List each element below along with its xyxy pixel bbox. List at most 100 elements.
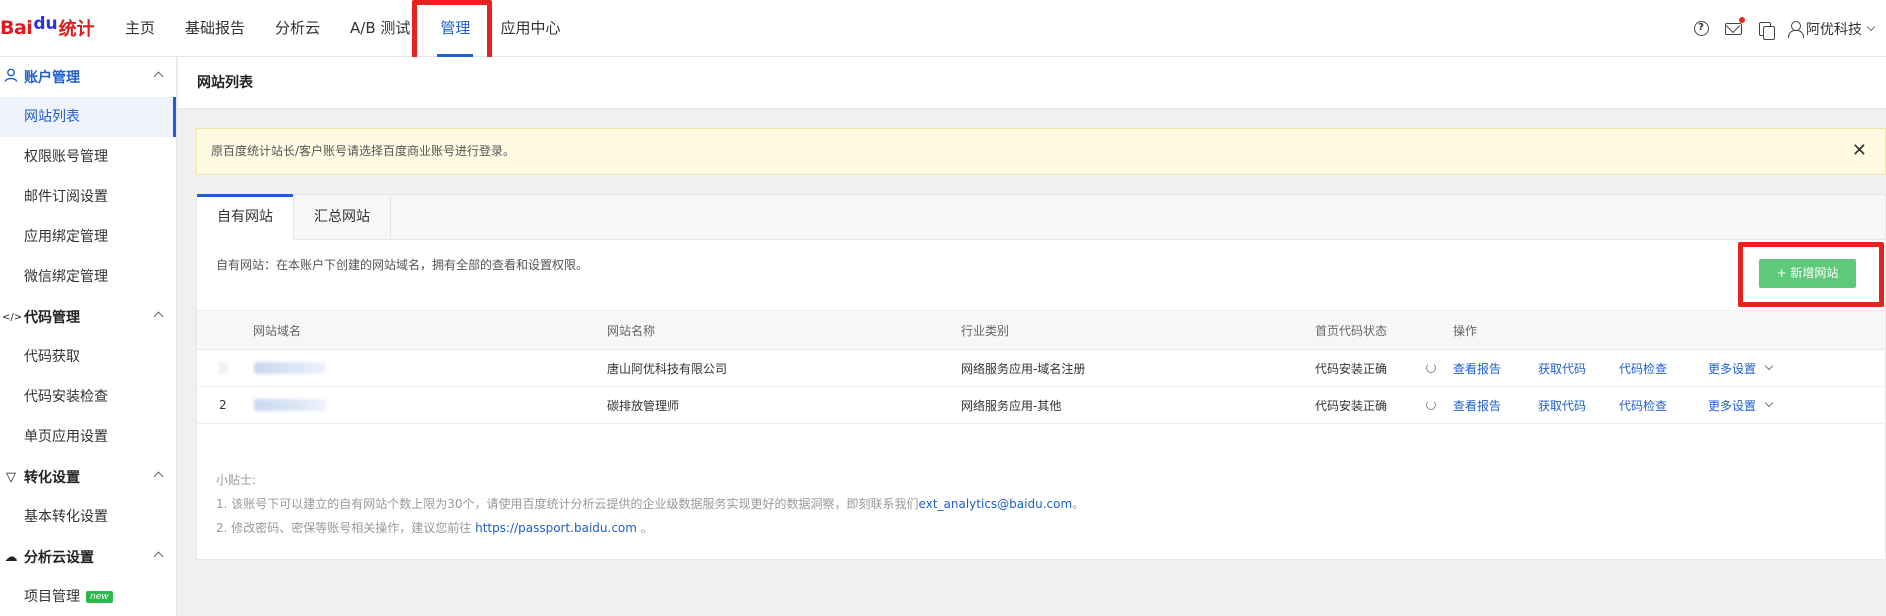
new-badge: new <box>86 591 113 603</box>
sidebar-item-code-check[interactable]: 代码安装检查 <box>0 377 176 417</box>
filter-icon: ▽ <box>6 469 16 485</box>
unread-dot <box>1739 16 1745 23</box>
sidebar-group-label: 代码管理 <box>24 310 80 326</box>
view-report-link[interactable]: 查看报告 <box>1453 387 1501 423</box>
table-header: 网站域名 网站名称 行业类别 首页代码状态 操作 <box>197 310 1885 350</box>
code-status: 代码安装正确 <box>1315 361 1388 376</box>
user-menu[interactable]: 阿优科技 <box>1788 19 1876 39</box>
tab-description: 自有网站：在本账户下创建的网站域名，拥有全部的查看和设置权限。 <box>216 258 589 272</box>
logo-text-bai: Bai <box>0 17 33 39</box>
sidebar-group-cloud[interactable]: ☁ 分析云设置 <box>0 537 176 577</box>
nav-analytics-cloud[interactable]: 分析云 <box>260 0 335 57</box>
row-index <box>219 350 326 386</box>
sidebar: 账户管理 网站列表 权限账号管理 邮件订阅设置 应用绑定管理 微信绑定管理 </… <box>0 57 177 616</box>
user-icon <box>1788 21 1804 38</box>
site-panel: 自有网站 汇总网站 自有网站：在本账户下创建的网站域名，拥有全部的查看和设置权限… <box>196 194 1886 560</box>
view-report-link[interactable]: 查看报告 <box>1453 350 1501 386</box>
refresh-icon[interactable] <box>1426 387 1436 423</box>
main-content: 网站列表 原百度统计站长/客户账号请选择百度商业账号进行登录。 ✕ 自有网站 汇… <box>178 57 1886 616</box>
main-nav: 主页 基础报告 分析云 A/B 测试 管理 应用中心 <box>110 0 575 57</box>
tips-line-2: 2. 修改密码、密保等账号相关操作，建议您前往 https://passport… <box>216 521 653 535</box>
top-navbar: Bai du 统计 主页 基础报告 分析云 A/B 测试 管理 应用中心 ? 阿优科… <box>0 0 1886 57</box>
site-table: 网站域名 网站名称 行业类别 首页代码状态 操作 唐山阿优科技有限公司 网络服务… <box>197 310 1885 424</box>
tips-line-1: 1. 该账号下可以建立的自有网站个数上限为30个，请使用百度统计分析云提供的企业… <box>216 497 1085 511</box>
help-icon[interactable]: ? <box>1692 20 1710 38</box>
row-index: 2 <box>219 387 326 423</box>
page-title: 网站列表 <box>178 57 1886 109</box>
sidebar-item-basic-conversion[interactable]: 基本转化设置 <box>0 497 176 537</box>
site-name: 碳排放管理师 <box>607 398 680 413</box>
code-icon: </> <box>2 311 23 323</box>
user-name: 阿优科技 <box>1806 21 1862 38</box>
help-glyph: ? <box>1693 21 1709 36</box>
col-code-status: 首页代码状态 <box>1315 323 1388 338</box>
more-settings-link[interactable]: 更多设置 <box>1708 350 1774 386</box>
user-icon <box>2 68 20 86</box>
code-status: 代码安装正确 <box>1315 398 1388 413</box>
sidebar-item-site-list[interactable]: 网站列表 <box>0 97 176 137</box>
more-settings-label: 更多设置 <box>1708 398 1757 413</box>
contact-email-link[interactable]: ext_analytics@baidu.com <box>919 497 1073 511</box>
nav-app-center[interactable]: 应用中心 <box>485 0 575 57</box>
passport-link[interactable]: https://passport.baidu.com <box>475 521 637 535</box>
chevron-down-icon <box>1764 361 1774 371</box>
chevron-up-icon <box>153 551 164 562</box>
table-row: 唐山阿优科技有限公司 网络服务应用-域名注册 代码安装正确 查看报告 获取代码 … <box>197 350 1885 387</box>
sidebar-item-project-manage[interactable]: 项目管理 new <box>0 577 176 616</box>
nav-basic-report[interactable]: 基础报告 <box>170 0 260 57</box>
col-domain: 网站域名 <box>253 323 302 338</box>
chevron-down-icon <box>1764 398 1774 408</box>
notice-text: 原百度统计站长/客户账号请选择百度商业账号进行登录。 <box>211 144 516 158</box>
tips: 小贴士: 1. 该账号下可以建立的自有网站个数上限为30个，请使用百度统计分析云… <box>216 468 1084 540</box>
chevron-down-icon <box>1866 22 1876 31</box>
industry: 网络服务应用-域名注册 <box>961 361 1086 376</box>
sidebar-item-mail-subscribe[interactable]: 邮件订阅设置 <box>0 177 176 217</box>
nav-ab-test[interactable]: A/B 测试 <box>335 0 425 57</box>
sidebar-item-permission[interactable]: 权限账号管理 <box>0 137 176 177</box>
login-notice: 原百度统计站长/客户账号请选择百度商业账号进行登录。 ✕ <box>196 128 1886 175</box>
cloud-icon: ☁ <box>4 549 18 565</box>
logo-paw: du <box>33 14 58 34</box>
sidebar-group-label: 转化设置 <box>24 470 80 486</box>
sidebar-group-label: 账户管理 <box>24 70 80 86</box>
tab-summary-sites[interactable]: 汇总网站 <box>294 195 391 240</box>
close-icon[interactable]: ✕ <box>1852 129 1867 173</box>
more-settings-label: 更多设置 <box>1708 361 1757 376</box>
site-name: 唐山阿优科技有限公司 <box>607 361 728 376</box>
sidebar-item-label: 项目管理 <box>24 589 80 605</box>
chevron-up-icon <box>153 71 164 82</box>
refresh-icon[interactable] <box>1426 350 1436 386</box>
domain-redacted <box>254 399 326 411</box>
site-tabs: 自有网站 汇总网站 <box>197 194 1885 241</box>
sidebar-group-account[interactable]: 账户管理 <box>0 57 176 97</box>
sidebar-group-label: 分析云设置 <box>24 550 94 566</box>
col-industry: 行业类别 <box>961 323 1010 338</box>
code-check-link[interactable]: 代码检查 <box>1619 387 1667 423</box>
add-site-button[interactable]: + 新增网站 <box>1759 259 1856 288</box>
col-actions: 操作 <box>1453 323 1478 338</box>
sidebar-item-spa-settings[interactable]: 单页应用设置 <box>0 417 176 457</box>
nav-manage[interactable]: 管理 <box>425 0 485 57</box>
tips-title: 小贴士: <box>216 473 257 487</box>
get-code-link[interactable]: 获取代码 <box>1538 350 1586 386</box>
sidebar-item-wechat-binding[interactable]: 微信绑定管理 <box>0 257 176 297</box>
code-check-link[interactable]: 代码检查 <box>1619 350 1667 386</box>
chevron-up-icon <box>153 311 164 322</box>
logo-text-tongji: 统计 <box>58 19 95 40</box>
copy-icon[interactable] <box>1756 20 1775 40</box>
chevron-up-icon <box>153 471 164 482</box>
table-row: 2 碳排放管理师 网络服务应用-其他 代码安装正确 查看报告 获取代码 代码检查… <box>197 387 1885 424</box>
header-tools: ? 阿优科技 <box>1692 0 1876 57</box>
sidebar-group-code[interactable]: </> 代码管理 <box>0 297 176 337</box>
sidebar-item-app-binding[interactable]: 应用绑定管理 <box>0 217 176 257</box>
tab-own-sites[interactable]: 自有网站 <box>197 194 294 241</box>
baidu-tongji-logo[interactable]: Bai du 统计 <box>0 12 95 44</box>
sidebar-group-conversion[interactable]: ▽ 转化设置 <box>0 457 176 497</box>
more-settings-link[interactable]: 更多设置 <box>1708 387 1774 423</box>
get-code-link[interactable]: 获取代码 <box>1538 387 1586 423</box>
col-site-name: 网站名称 <box>607 323 656 338</box>
domain-redacted <box>254 362 326 374</box>
nav-home[interactable]: 主页 <box>110 0 170 57</box>
mail-icon[interactable] <box>1724 16 1745 38</box>
sidebar-item-get-code[interactable]: 代码获取 <box>0 337 176 377</box>
